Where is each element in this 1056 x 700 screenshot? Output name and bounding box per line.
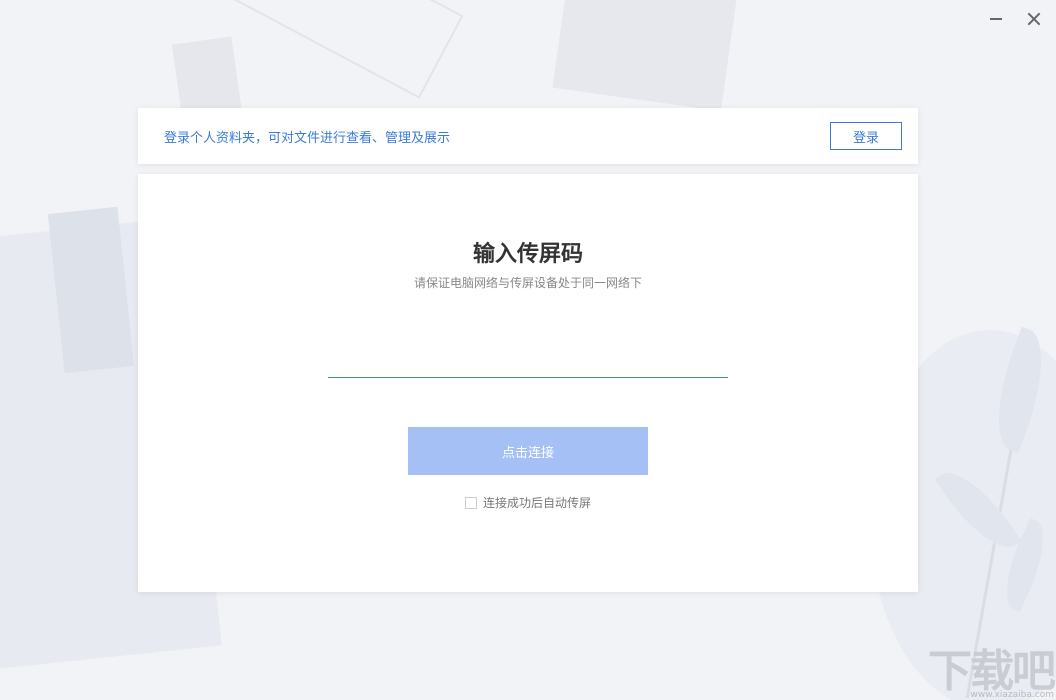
minimize-button[interactable]	[988, 9, 1004, 29]
login-message: 登录个人资料夹，可对文件进行查看、管理及展示	[164, 130, 451, 146]
watermark-text: 下载吧	[928, 646, 1056, 697]
auto-cast-checkbox[interactable]	[464, 496, 477, 509]
close-icon	[1027, 12, 1041, 26]
page-subtitle: 请保证电脑网络与传屏设备处于同一网络下	[413, 276, 642, 290]
cast-code-input[interactable]	[328, 338, 728, 378]
connect-button[interactable]: 点击连接	[408, 427, 648, 475]
auto-cast-option[interactable]: 连接成功后自动传屏	[138, 494, 918, 511]
page-title: 输入传屏码	[472, 242, 583, 267]
cast-code-panel: 输入传屏码 请保证电脑网络与传屏设备处于同一网络下 点击连接 连接成功后自动传屏	[138, 174, 918, 592]
window-controls	[988, 9, 1042, 29]
watermark-logo: 下载吧 www.xiazaiba.com	[928, 646, 1056, 700]
auto-cast-label[interactable]: 连接成功后自动传屏	[483, 494, 591, 511]
minimize-icon	[990, 18, 1002, 20]
bg-shape	[230, 0, 464, 99]
bg-shape	[552, 0, 738, 112]
close-button[interactable]	[1026, 9, 1042, 29]
login-banner: 登录个人资料夹，可对文件进行查看、管理及展示 登录	[138, 108, 918, 164]
login-button[interactable]: 登录	[830, 122, 902, 150]
